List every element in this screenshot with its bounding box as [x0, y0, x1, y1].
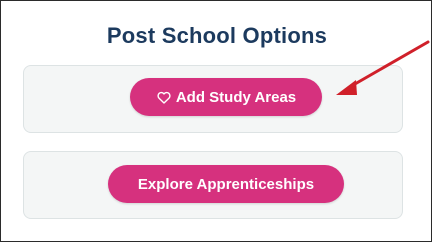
explore-apprenticeships-label: Explore Apprenticeships [137, 175, 315, 193]
apprenticeships-card: Explore Apprenticeships [23, 151, 403, 219]
study-areas-card: Add Study Areas [23, 65, 403, 133]
heart-outline-icon [156, 89, 172, 105]
add-study-areas-button[interactable]: Add Study Areas [130, 78, 322, 116]
add-study-areas-label: Add Study Areas [175, 88, 297, 106]
section-title: Post School Options [106, 23, 328, 48]
screenshot-frame: Post School Options Add Study Areas Expl… [0, 0, 432, 242]
explore-apprenticeships-button[interactable]: Explore Apprenticeships [108, 165, 344, 203]
